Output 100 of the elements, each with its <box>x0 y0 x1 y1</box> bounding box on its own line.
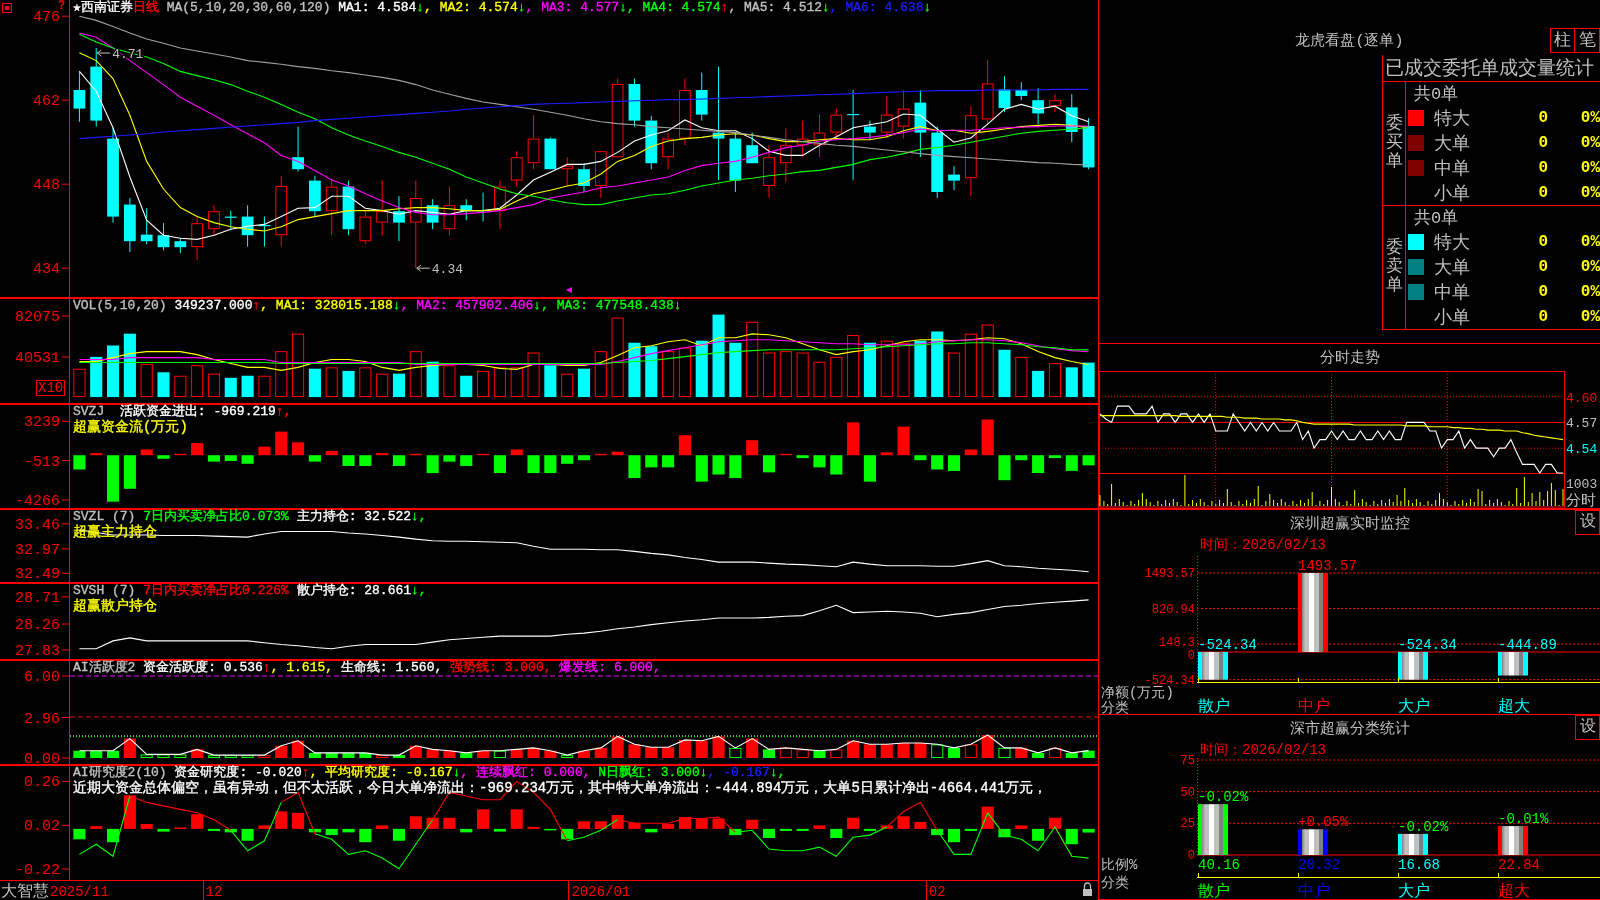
legend-text: 资金活跃度: 0.536 <box>142 660 263 675</box>
order-share: 0% <box>1580 108 1600 127</box>
category-label: 超大 <box>1498 698 1530 714</box>
axis-label: 6.00 <box>24 669 60 686</box>
trend-arrow: ↑ <box>720 0 729 15</box>
axis-label: -513 <box>24 453 60 471</box>
legend-text: , 连续飘红: 0.000, <box>460 765 591 780</box>
date-label: 2026/01 <box>571 884 631 900</box>
axis-label: 75 <box>1180 754 1195 769</box>
legend-text: 爆发线: 6.000, <box>558 660 661 675</box>
change-label: -0.01% <box>1498 811 1549 828</box>
value-label: 20.32 <box>1298 857 1340 873</box>
value-label: 40.16 <box>1198 857 1240 873</box>
axis-label: 28.71 <box>15 589 60 607</box>
trend-arrow: ↓ <box>452 765 461 780</box>
legend-text: , 平均研究度: -0.167 <box>309 765 453 780</box>
legend-text: 超赢资金流(万元) <box>73 419 188 435</box>
trend-arrow: ↓, <box>769 765 786 780</box>
value-label: -444.89 <box>1498 637 1557 653</box>
trend-arrow: ↓ <box>533 298 542 313</box>
order-share: 0% <box>1580 183 1600 202</box>
date-label: 2025/11 <box>50 884 109 900</box>
timestamp-label: 时间：2026/02/13 <box>1200 742 1326 758</box>
trend-arrow: ↓, <box>411 509 427 524</box>
trend-arrow: ↓ <box>517 0 526 15</box>
axis-title: 分类 <box>1101 875 1129 891</box>
change-label: +0.05% <box>1298 814 1349 831</box>
order-share: 0% <box>1580 232 1600 251</box>
trend-arrow: ↓ <box>673 298 682 313</box>
axis-label: 0 <box>1187 849 1195 863</box>
value-label: -524.34 <box>1398 637 1457 653</box>
axis-label: 32.97 <box>15 541 60 559</box>
date-label: 12 <box>205 884 223 900</box>
order-size-label: 特大 <box>1434 231 1470 254</box>
trend-arrow: ↓, <box>411 583 427 598</box>
legend-text: VOL(5,10,20) <box>73 298 167 313</box>
legend-text: 活跃资金进出: -969.219 <box>118 404 276 419</box>
order-share: 0% <box>1580 158 1600 177</box>
date-label: 02 <box>928 884 946 900</box>
order-count: 0 <box>1538 183 1548 202</box>
order-total: 共0单 <box>1414 208 1459 229</box>
legend-text: , MA3: 4.577 <box>525 0 620 15</box>
axis-label: 32.49 <box>15 566 60 583</box>
legend-text: 强势线: 3.000, <box>449 660 552 675</box>
order-count: 0 <box>1538 133 1548 152</box>
order-count: 0 <box>1538 232 1548 251</box>
axis-label: 1003 <box>1566 477 1598 492</box>
axis-label: 50 <box>1180 785 1195 800</box>
legend-text: , MA6: 4.638 <box>829 0 924 15</box>
legend-text: 超赢散户持仓 <box>73 598 157 614</box>
order-count: 0 <box>1538 282 1548 301</box>
brand-name: 大智慧 <box>1 883 49 900</box>
legend-text: SVZJ <box>73 404 105 419</box>
axis-label: 434 <box>33 261 60 279</box>
value-label: -524.34 <box>1198 637 1257 653</box>
category-label: 中户 <box>1298 883 1330 899</box>
order-share: 0% <box>1580 282 1600 301</box>
axis-label: 0.26 <box>24 774 60 792</box>
panel-title: 龙虎看盘(逐单) <box>1295 31 1404 50</box>
category-label: 中户 <box>1298 698 1330 714</box>
legend-text: , MA2: 457902.406 <box>400 298 534 313</box>
axis-title: 净额(万元) <box>1101 685 1174 701</box>
axis-label: 25 <box>1180 817 1195 832</box>
axis-label: 1493.57 <box>1144 567 1195 581</box>
axis-label: 820.94 <box>1151 602 1195 617</box>
category-label: 大户 <box>1398 883 1430 899</box>
table-title: 已成交委托单成交量统计 <box>1385 57 1594 81</box>
axis-label: 448 <box>33 177 60 195</box>
timestamp-label: 时间：2026/02/13 <box>1200 537 1326 553</box>
legend-text: , -0.167 <box>707 765 770 780</box>
order-total: 共0单 <box>1414 84 1459 105</box>
unit-label: X10 <box>36 380 66 396</box>
axis-label: 2.96 <box>24 710 60 728</box>
order-count: 0 <box>1538 257 1548 276</box>
order-count: 0 <box>1538 108 1548 127</box>
legend-text: MA1: 4.584 <box>337 0 417 15</box>
value-label: 16.68 <box>1398 857 1440 873</box>
axis-label: 148.3 <box>1159 635 1195 650</box>
period-label: 分时 <box>1566 493 1596 508</box>
axis-label: 0 <box>1187 648 1195 663</box>
axis-label: 33.46 <box>15 516 60 534</box>
change-label: -0.02% <box>1198 789 1249 806</box>
trend-arrow: ↓ <box>392 298 401 313</box>
order-size-label: 小单 <box>1434 306 1470 329</box>
axis-label: 462 <box>33 93 60 111</box>
order-size-label: 大单 <box>1434 132 1470 155</box>
legend-text: , 1.615, <box>270 660 334 675</box>
trend-arrow: ↑ <box>252 298 261 313</box>
legend-text: 日线 <box>132 0 159 15</box>
axis-label: 0.00 <box>24 751 60 765</box>
order-size-label: 特大 <box>1434 107 1470 130</box>
order-size-label: 小单 <box>1434 182 1470 205</box>
trend-arrow: ↑, <box>275 404 292 419</box>
axis-label: 4.54 <box>1566 442 1598 458</box>
order-size-label: 中单 <box>1434 281 1470 304</box>
category-label: 散户 <box>1198 698 1230 714</box>
legend-text: , MA2: 4.574 <box>424 0 518 15</box>
panel-title: 深圳超赢实时监控 <box>1289 514 1410 533</box>
group-label: 委卖单 <box>1385 239 1403 296</box>
axis-label: 0.02 <box>24 818 60 836</box>
